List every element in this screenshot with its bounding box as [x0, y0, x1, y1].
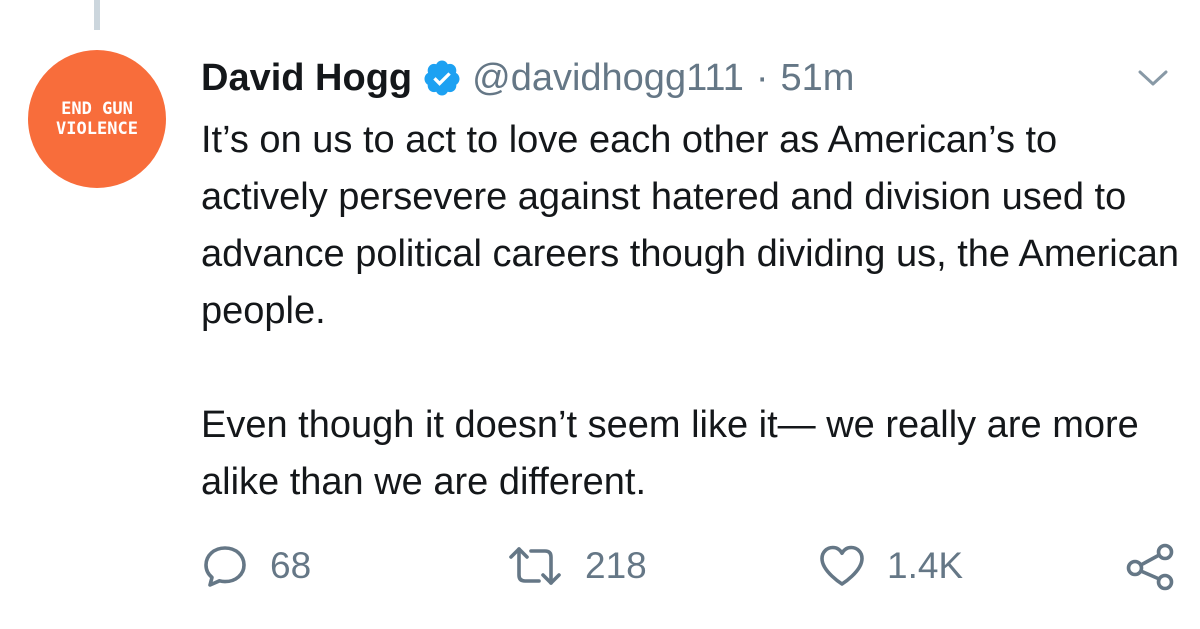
tweet-timestamp[interactable]: 51m: [781, 57, 855, 100]
avatar[interactable]: END GUN VIOLENCE: [28, 50, 166, 188]
header-separator: ·: [755, 56, 769, 99]
like-count: 1.4K: [887, 545, 964, 586]
reply-icon: [200, 541, 250, 591]
author-handle[interactable]: @davidhogg111: [472, 57, 744, 100]
tweet-actions-bar: 68 218 1.4K: [200, 536, 1180, 596]
tweet-paragraph: Even though it doesn’t seem like it— we …: [201, 404, 1139, 503]
verified-badge-icon: [422, 58, 462, 98]
reply-count: 68: [270, 545, 312, 586]
heart-icon: [817, 541, 867, 591]
chevron-down-icon[interactable]: [1136, 66, 1170, 90]
tweet-paragraph: It’s on us to act to love each other as …: [201, 119, 1180, 332]
reply-button[interactable]: 68: [200, 536, 311, 596]
share-button[interactable]: [1124, 536, 1176, 596]
share-icon: [1124, 540, 1176, 592]
retweet-button[interactable]: 218: [505, 536, 647, 596]
thread-connector-line: [94, 0, 100, 30]
like-button[interactable]: 1.4K: [817, 536, 963, 596]
avatar-text-line2: VIOLENCE: [56, 119, 138, 139]
tweet-header: David Hogg @davidhogg111 · 51m: [201, 52, 854, 104]
author-name[interactable]: David Hogg: [201, 57, 412, 100]
retweet-count: 218: [585, 545, 647, 586]
avatar-text-line1: END GUN: [61, 99, 133, 119]
tweet-body: It’s on us to act to love each other as …: [201, 112, 1191, 511]
retweet-icon: [505, 541, 565, 591]
